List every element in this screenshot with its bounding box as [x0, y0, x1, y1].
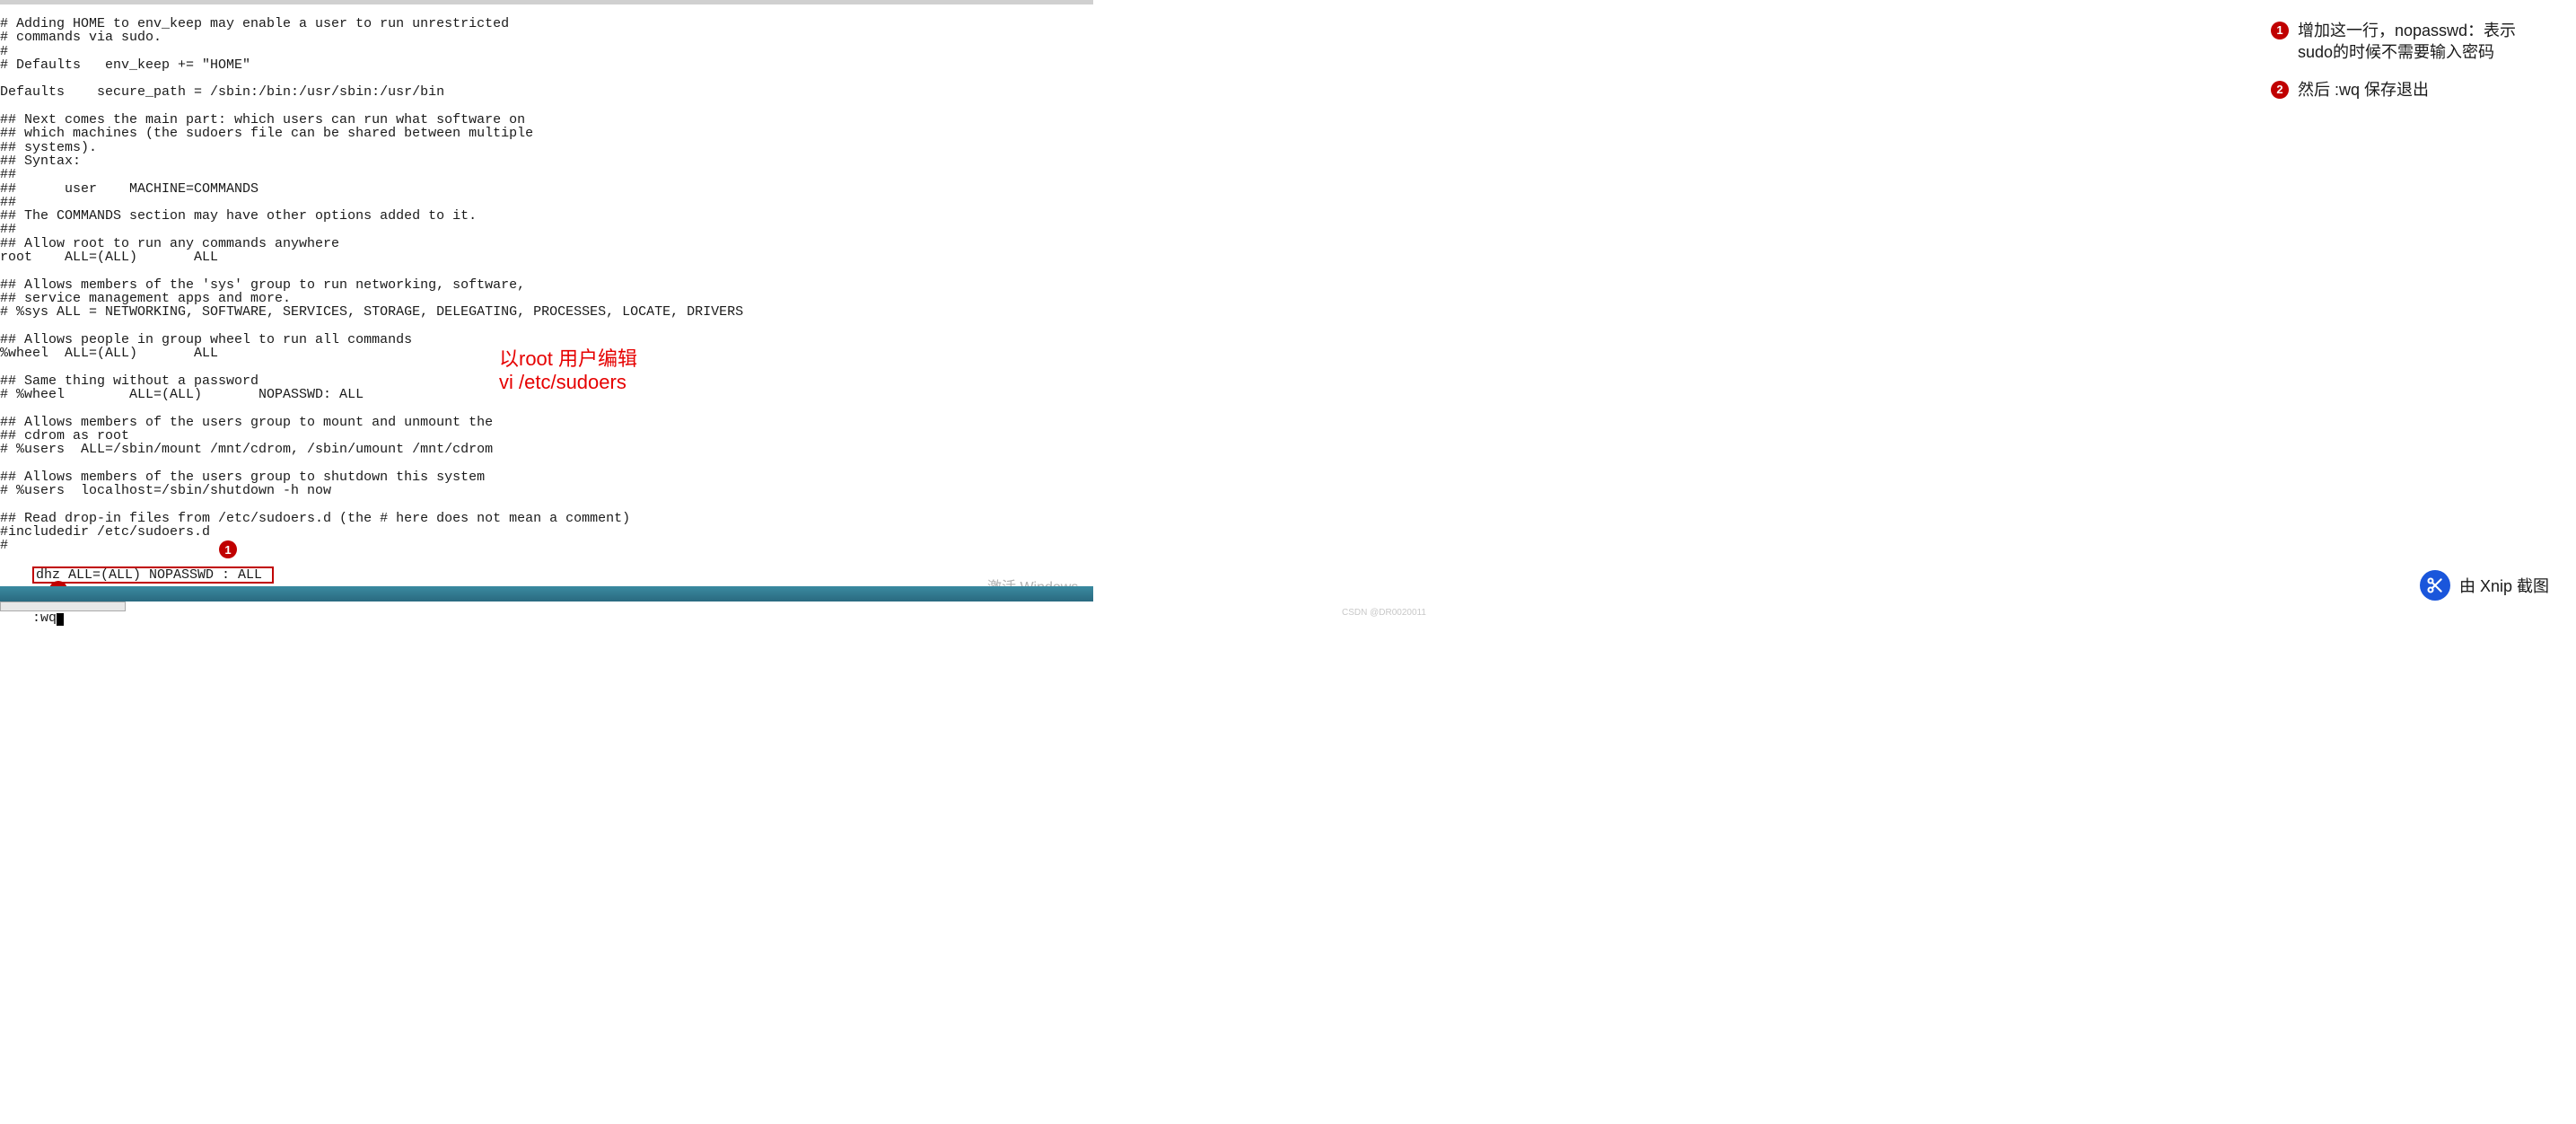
- terminal-line: ## Next comes the main part: which users…: [0, 113, 1093, 127]
- center-annotation-line2: vi /etc/sudoers: [499, 371, 637, 394]
- terminal-line: ##: [0, 223, 1093, 236]
- terminal-line: ## service management apps and more.: [0, 292, 1093, 305]
- terminal-line: # %sys ALL = NETWORKING, SOFTWARE, SERVI…: [0, 305, 1093, 319]
- terminal-line: # Defaults env_keep += "HOME": [0, 58, 1093, 72]
- cursor: [57, 613, 64, 626]
- right-note-1: 1 增加这一行，nopasswd：表示sudo的时候不需要输入密码: [2271, 20, 2549, 63]
- terminal-line: ## Syntax:: [0, 154, 1093, 168]
- terminal-line: ## systems).: [0, 141, 1093, 154]
- terminal-line: ## Allows members of the users group to …: [0, 416, 1093, 429]
- right-note-1-text: 增加这一行，nopasswd：表示sudo的时候不需要输入密码: [2298, 20, 2549, 63]
- terminal-line: [0, 72, 1093, 85]
- terminal-line: [0, 457, 1093, 470]
- added-sudoers-line: dhz ALL=(ALL) NOPASSWD : ALL: [32, 566, 274, 584]
- terminal-line: # commands via sudo.: [0, 31, 1093, 44]
- terminal-editor[interactable]: # Adding HOME to env_keep may enable a u…: [0, 0, 1093, 619]
- vi-command-wq[interactable]: :wq: [32, 611, 57, 625]
- right-notes-panel: 1 增加这一行，nopasswd：表示sudo的时候不需要输入密码 2 然后 :…: [2271, 20, 2549, 117]
- terminal-line: [0, 320, 1093, 333]
- terminal-line: ## which machines (the sudoers file can …: [0, 127, 1093, 140]
- csdn-watermark: CSDN @DR0020011: [1342, 608, 1426, 618]
- right-note-2-text: 然后 :wq 保存退出: [2298, 79, 2429, 101]
- right-badge-2: 2: [2271, 81, 2289, 99]
- taskbar-item[interactable]: [0, 602, 126, 611]
- terminal-line: [0, 100, 1093, 113]
- terminal-line: # %users localhost=/sbin/shutdown -h now: [0, 484, 1093, 497]
- annotation-badge-1-inline: 1: [219, 540, 237, 558]
- terminal-line: Defaults secure_path = /sbin:/bin:/usr/s…: [0, 85, 1093, 99]
- hash-line: #: [0, 538, 8, 553]
- terminal-line: ## cdrom as root: [0, 429, 1093, 443]
- terminal-line: [0, 401, 1093, 415]
- terminal-line: ## Allows members of the users group to …: [0, 470, 1093, 484]
- terminal-line: [0, 264, 1093, 277]
- terminal-line: ## user MACHINE=COMMANDS: [0, 182, 1093, 196]
- terminal-line: #: [0, 45, 1093, 58]
- terminal-line: # %users ALL=/sbin/mount /mnt/cdrom, /sb…: [0, 443, 1093, 456]
- terminal-line: ## The COMMANDS section may have other o…: [0, 209, 1093, 223]
- terminal-line: ## Allow root to run any commands anywhe…: [0, 237, 1093, 250]
- terminal-line: root ALL=(ALL) ALL: [0, 250, 1093, 264]
- terminal-line: ##: [0, 196, 1093, 209]
- terminal-line: ## Allows people in group wheel to run a…: [0, 333, 1093, 347]
- terminal-line: [0, 497, 1093, 511]
- terminal-line: #includedir /etc/sudoers.d: [0, 525, 1093, 539]
- terminal-line: ## Read drop-in files from /etc/sudoers.…: [0, 512, 1093, 525]
- center-annotation-line1: 以root 用户编辑: [499, 347, 637, 371]
- terminal-line: ## Allows members of the 'sys' group to …: [0, 278, 1093, 292]
- scissors-icon: [2420, 570, 2450, 601]
- xnip-label: 由 Xnip 截图: [2459, 574, 2549, 597]
- right-badge-1: 1: [2271, 22, 2289, 40]
- terminal-line: ##: [0, 168, 1093, 181]
- center-annotation: 以root 用户编辑 vi /etc/sudoers: [499, 347, 637, 394]
- xnip-watermark: 由 Xnip 截图: [2420, 570, 2549, 601]
- taskbar[interactable]: [0, 586, 1093, 602]
- right-note-2: 2 然后 :wq 保存退出: [2271, 79, 2549, 101]
- terminal-line: # Adding HOME to env_keep may enable a u…: [0, 17, 1093, 31]
